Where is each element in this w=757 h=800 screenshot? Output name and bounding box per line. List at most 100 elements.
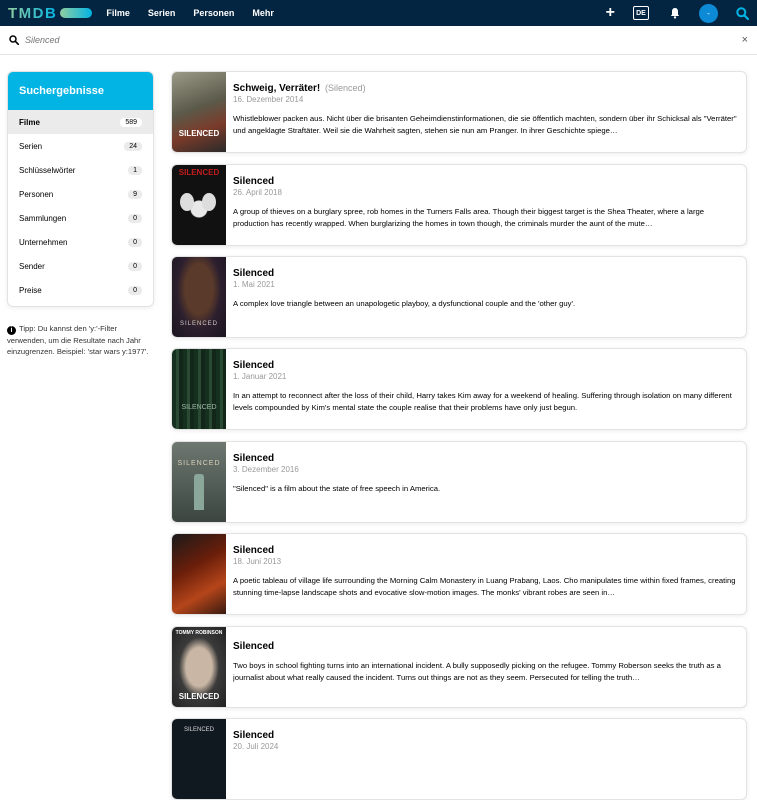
title-text: Silenced <box>233 176 275 187</box>
results-category-list: Filme 589 Serien 24 Schlüsselwörter 1 Perso… <box>8 110 153 302</box>
result-title[interactable]: Silenced <box>233 176 738 187</box>
sidebar-item-personen[interactable]: Personen 9 <box>8 182 153 206</box>
sidebar-item-preise[interactable]: Preise 0 <box>8 278 153 302</box>
poster-title: SILENCED <box>178 692 220 701</box>
release-date: 16. Dezember 2014 <box>233 95 304 104</box>
main-nav: Filme Serien Personen Mehr <box>106 8 292 18</box>
result-card[interactable]: SILENCED Silenced 26. April 2018 A group… <box>171 164 747 246</box>
tmdb-logo[interactable]: TMDB <box>8 4 93 22</box>
sidebar-item-schluesselwoerter[interactable]: Schlüsselwörter 1 <box>8 158 153 182</box>
count-badge: 1 <box>128 165 142 175</box>
plus-icon[interactable]: + <box>606 5 615 21</box>
poster-title: SILENCED <box>181 404 217 411</box>
sidebar-item-sammlungen[interactable]: Sammlungen 0 <box>8 206 153 230</box>
result-title[interactable]: Silenced <box>233 360 738 371</box>
release-date: 3. Dezember 2016 <box>233 465 299 474</box>
title-text: Silenced <box>233 453 275 464</box>
original-title: (Silenced) <box>325 83 366 93</box>
result-card[interactable]: SILENCED Silenced 1. Januar 2021 In an a… <box>171 348 747 430</box>
sidebar-item-sender[interactable]: Sender 0 <box>8 254 153 278</box>
overview: A poetic tableau of village life surroun… <box>233 576 736 597</box>
result-card[interactable]: SILENCED Silenced 20. Juli 2024 <box>171 718 747 800</box>
poster-title: SILENCED <box>178 129 220 138</box>
sidebar-item-label: Sammlungen <box>19 213 67 223</box>
result-title[interactable]: Silenced <box>233 453 738 464</box>
sidebar-item-label: Schlüsselwörter <box>19 165 76 175</box>
bell-icon[interactable] <box>669 7 681 19</box>
result-title[interactable]: Schweig, Verräter! (Silenced) <box>233 83 738 94</box>
poster-image[interactable]: SILENCED <box>172 257 226 337</box>
top-navigation-bar: TMDB Filme Serien Personen Mehr + DE - <box>0 0 757 26</box>
release-date: 1. Mai 2021 <box>233 280 275 289</box>
result-title[interactable]: Silenced <box>233 268 738 279</box>
logo-pill <box>60 8 93 18</box>
result-card[interactable]: SILENCED Silenced 3. Dezember 2016 "Sile… <box>171 441 747 523</box>
result-title[interactable]: Silenced <box>233 730 738 741</box>
count-badge: 9 <box>128 189 142 199</box>
result-body: Silenced 3. Dezember 2016 "Silenced" is … <box>233 453 738 506</box>
title-text: Silenced <box>233 545 275 556</box>
release-date: 1. Januar 2021 <box>233 372 287 381</box>
result-body: Silenced 1. Januar 2021 In an attempt to… <box>233 360 738 413</box>
sidebar-item-unternehmen[interactable]: Unternehmen 0 <box>8 230 153 254</box>
result-title[interactable]: Silenced <box>233 641 738 652</box>
overview: "Silenced" is a film about the state of … <box>233 484 441 493</box>
overview: A group of thieves on a burglary spree, … <box>233 207 705 228</box>
poster-title: SILENCED <box>178 168 220 177</box>
poster-title: SILENCED <box>179 321 218 327</box>
result-body: Silenced 26. April 2018 A group of thiev… <box>233 176 738 229</box>
result-card[interactable]: Silenced 18. Juni 2013 A poetic tableau … <box>171 533 747 615</box>
tip-text: Tipp: Du kannst den 'y:'-Filter verwende… <box>7 324 149 356</box>
poster-image[interactable]: SILENCED <box>172 719 226 799</box>
count-badge: 589 <box>120 117 142 127</box>
result-body: Silenced 18. Juni 2013 A poetic tableau … <box>233 545 738 598</box>
nav-item-serien[interactable]: Serien <box>148 8 176 18</box>
count-badge: 24 <box>124 141 142 151</box>
info-icon: i <box>7 326 16 335</box>
result-card[interactable]: TOMMY ROBINSON SILENCED Silenced Two boy… <box>171 626 747 708</box>
sidebar-item-filme[interactable]: Filme 589 <box>8 110 153 134</box>
nav-item-personen[interactable]: Personen <box>193 8 234 18</box>
header-tools: + DE - <box>606 0 749 26</box>
search-bar: × <box>0 26 757 55</box>
result-card[interactable]: SILENCED Schweig, Verräter! (Silenced) 1… <box>171 71 747 153</box>
sidebar-item-label: Unternehmen <box>19 237 68 247</box>
nav-item-mehr[interactable]: Mehr <box>252 8 274 18</box>
poster-top-text: TOMMY ROBINSON <box>175 630 223 636</box>
clear-search-icon[interactable]: × <box>742 34 748 46</box>
logo-text: TMDB <box>8 4 58 22</box>
sidebar-item-serien[interactable]: Serien 24 <box>8 134 153 158</box>
overview: In an attempt to reconnect after the los… <box>233 391 732 412</box>
poster-image[interactable] <box>172 534 226 614</box>
result-card[interactable]: SILENCED Silenced 1. Mai 2021 A complex … <box>171 256 747 338</box>
sidebar-item-label: Serien <box>19 141 43 151</box>
count-badge: 0 <box>128 237 142 247</box>
title-text: Silenced <box>233 641 275 652</box>
overview <box>233 760 738 783</box>
search-results-sidebar: Suchergebnisse Filme 589 Serien 24 Schlüss… <box>7 71 154 307</box>
search-icon[interactable] <box>736 6 749 20</box>
result-body: Silenced Two boys in school fighting tur… <box>233 641 738 683</box>
release-date: 18. Juni 2013 <box>233 557 282 566</box>
poster-image[interactable]: SILENCED <box>172 442 226 522</box>
sidebar-item-label: Preise <box>19 285 42 295</box>
count-badge: 0 <box>128 285 142 295</box>
result-body: Silenced 20. Juli 2024 <box>233 730 738 783</box>
count-badge: 0 <box>128 261 142 271</box>
result-title[interactable]: Silenced <box>233 545 738 556</box>
poster-image[interactable]: SILENCED <box>172 165 226 245</box>
poster-image[interactable]: SILENCED <box>172 349 226 429</box>
count-badge: 0 <box>128 213 142 223</box>
language-button[interactable]: DE <box>633 6 649 20</box>
search-tip: i Tipp: Du kannst den 'y:'-Filter verwend… <box>7 323 157 357</box>
result-body: Schweig, Verräter! (Silenced) 16. Dezemb… <box>233 83 738 136</box>
avatar[interactable]: - <box>699 3 718 23</box>
search-input[interactable] <box>25 35 705 45</box>
poster-image[interactable]: TOMMY ROBINSON SILENCED <box>172 627 226 707</box>
poster-title: SILENCED <box>183 727 214 733</box>
title-text: Silenced <box>233 268 275 279</box>
overview: A complex love triangle between an unapo… <box>233 299 576 308</box>
title-text: Schweig, Verräter! <box>233 83 321 94</box>
nav-item-filme[interactable]: Filme <box>106 8 130 18</box>
poster-image[interactable]: SILENCED <box>172 72 226 152</box>
